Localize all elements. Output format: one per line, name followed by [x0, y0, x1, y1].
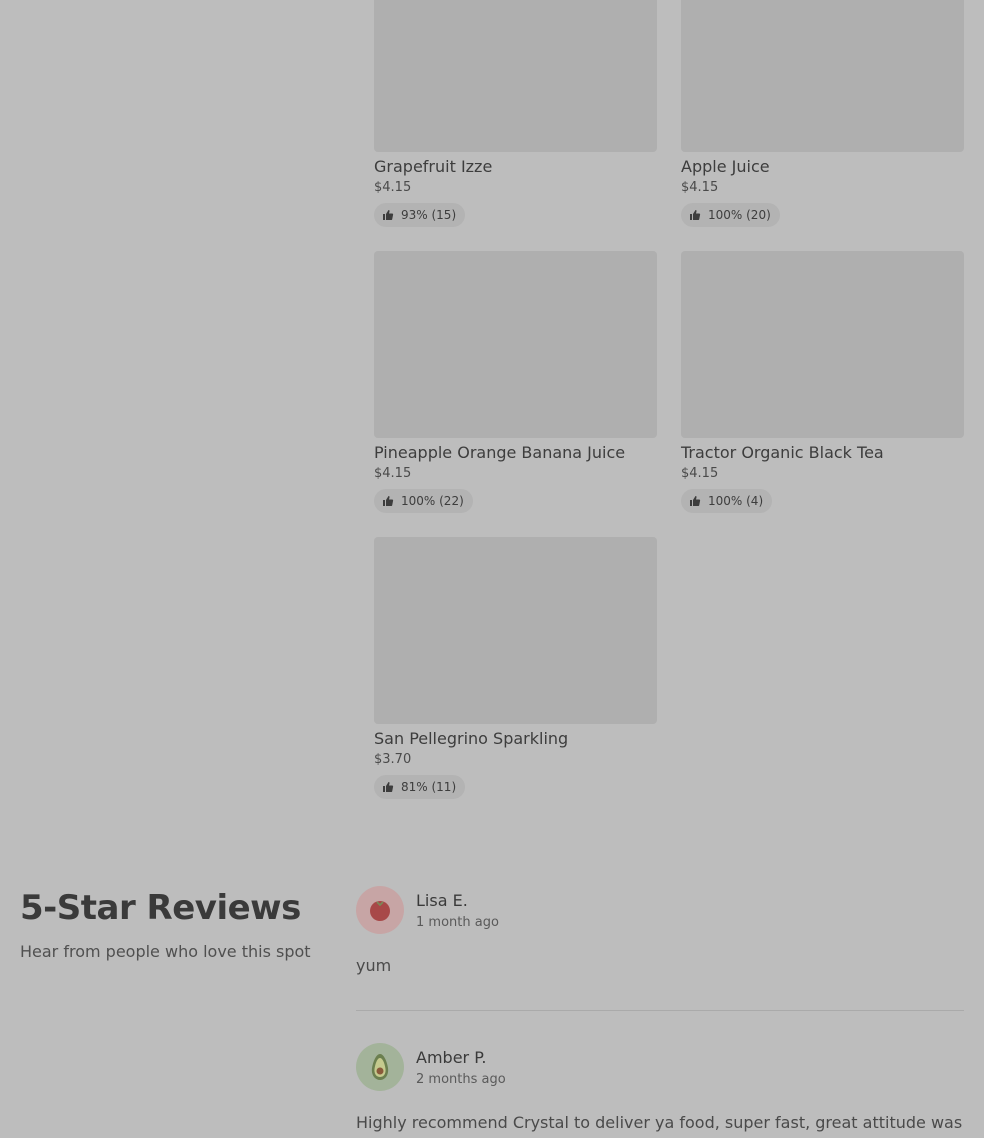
menu-item-name: Pineapple Orange Banana Juice — [374, 443, 626, 462]
menu-item-card[interactable]: Apple Juice $4.15 100% (20) — [681, 0, 964, 227]
rating-badge: 100% (4) — [681, 489, 773, 513]
avocado-icon — [371, 1054, 389, 1080]
menu-item-image[interactable] — [374, 537, 657, 724]
menu-item-price: $4.15 — [374, 466, 412, 481]
avatar — [356, 886, 404, 934]
rating-badge: 100% (20) — [681, 203, 780, 227]
review-date: 2 months ago — [416, 1072, 506, 1087]
rating-text: 100% (4) — [708, 494, 764, 508]
menu-item-card[interactable]: Grapefruit Izze $4.15 93% (15) — [374, 0, 657, 227]
divider — [356, 1010, 964, 1011]
rating-text: 100% (20) — [708, 208, 771, 222]
menu-item-price: $4.15 — [374, 180, 412, 195]
rating-text: 100% (22) — [401, 494, 464, 508]
thumbs-up-icon — [383, 496, 394, 506]
menu-item-card[interactable]: Tractor Organic Black Tea $4.15 100% (4) — [681, 251, 964, 513]
rating-badge: 100% (22) — [374, 489, 473, 513]
menu-item-name: San Pellegrino Sparkling — [374, 729, 569, 748]
thumbs-up-icon — [690, 496, 701, 506]
reviewer-name: Amber P. — [416, 1048, 487, 1067]
tomato-icon — [370, 901, 390, 921]
menu-item-image[interactable] — [681, 251, 964, 438]
rating-badge: 81% (11) — [374, 775, 466, 799]
menu-item-image[interactable] — [374, 0, 657, 152]
reviews-header: 5-Star Reviews Hear from people who love… — [20, 884, 330, 961]
rating-badge: 93% (15) — [374, 203, 466, 227]
menu-item-name: Apple Juice — [681, 157, 770, 176]
review-date: 1 month ago — [416, 915, 499, 930]
menu-item-card[interactable]: Pineapple Orange Banana Juice $4.15 100%… — [374, 251, 657, 513]
menu-item-image[interactable] — [374, 251, 657, 438]
menu-item-name: Tractor Organic Black Tea — [681, 443, 884, 462]
review-item: Lisa E. 1 month ago yum — [356, 886, 964, 975]
reviews-subtitle: Hear from people who love this spot — [20, 942, 311, 961]
menu-item-price: $4.15 — [681, 180, 719, 195]
rating-text: 93% (15) — [401, 208, 457, 222]
reviewer: Amber P. 2 months ago — [356, 1043, 964, 1091]
thumbs-up-icon — [383, 782, 394, 792]
thumbs-up-icon — [690, 210, 701, 220]
menu-item-card[interactable]: San Pellegrino Sparkling $3.70 81% (11) — [374, 537, 657, 799]
reviews-title: 5-Star Reviews — [20, 888, 301, 928]
rating-text: 81% (11) — [401, 780, 457, 794]
menu-item-name: Grapefruit Izze — [374, 157, 493, 176]
reviewer: Lisa E. 1 month ago — [356, 886, 964, 934]
thumbs-up-icon — [383, 210, 394, 220]
menu-item-price: $4.15 — [681, 466, 719, 481]
review-text: Highly recommend Crystal to deliver ya f… — [356, 1113, 963, 1132]
menu-item-image[interactable] — [681, 0, 964, 152]
review-text: yum — [356, 956, 392, 975]
menu-item-price: $3.70 — [374, 752, 412, 767]
reviewer-name: Lisa E. — [416, 891, 468, 910]
review-item: Amber P. 2 months ago Highly recommend C… — [356, 1043, 964, 1132]
avatar — [356, 1043, 404, 1091]
